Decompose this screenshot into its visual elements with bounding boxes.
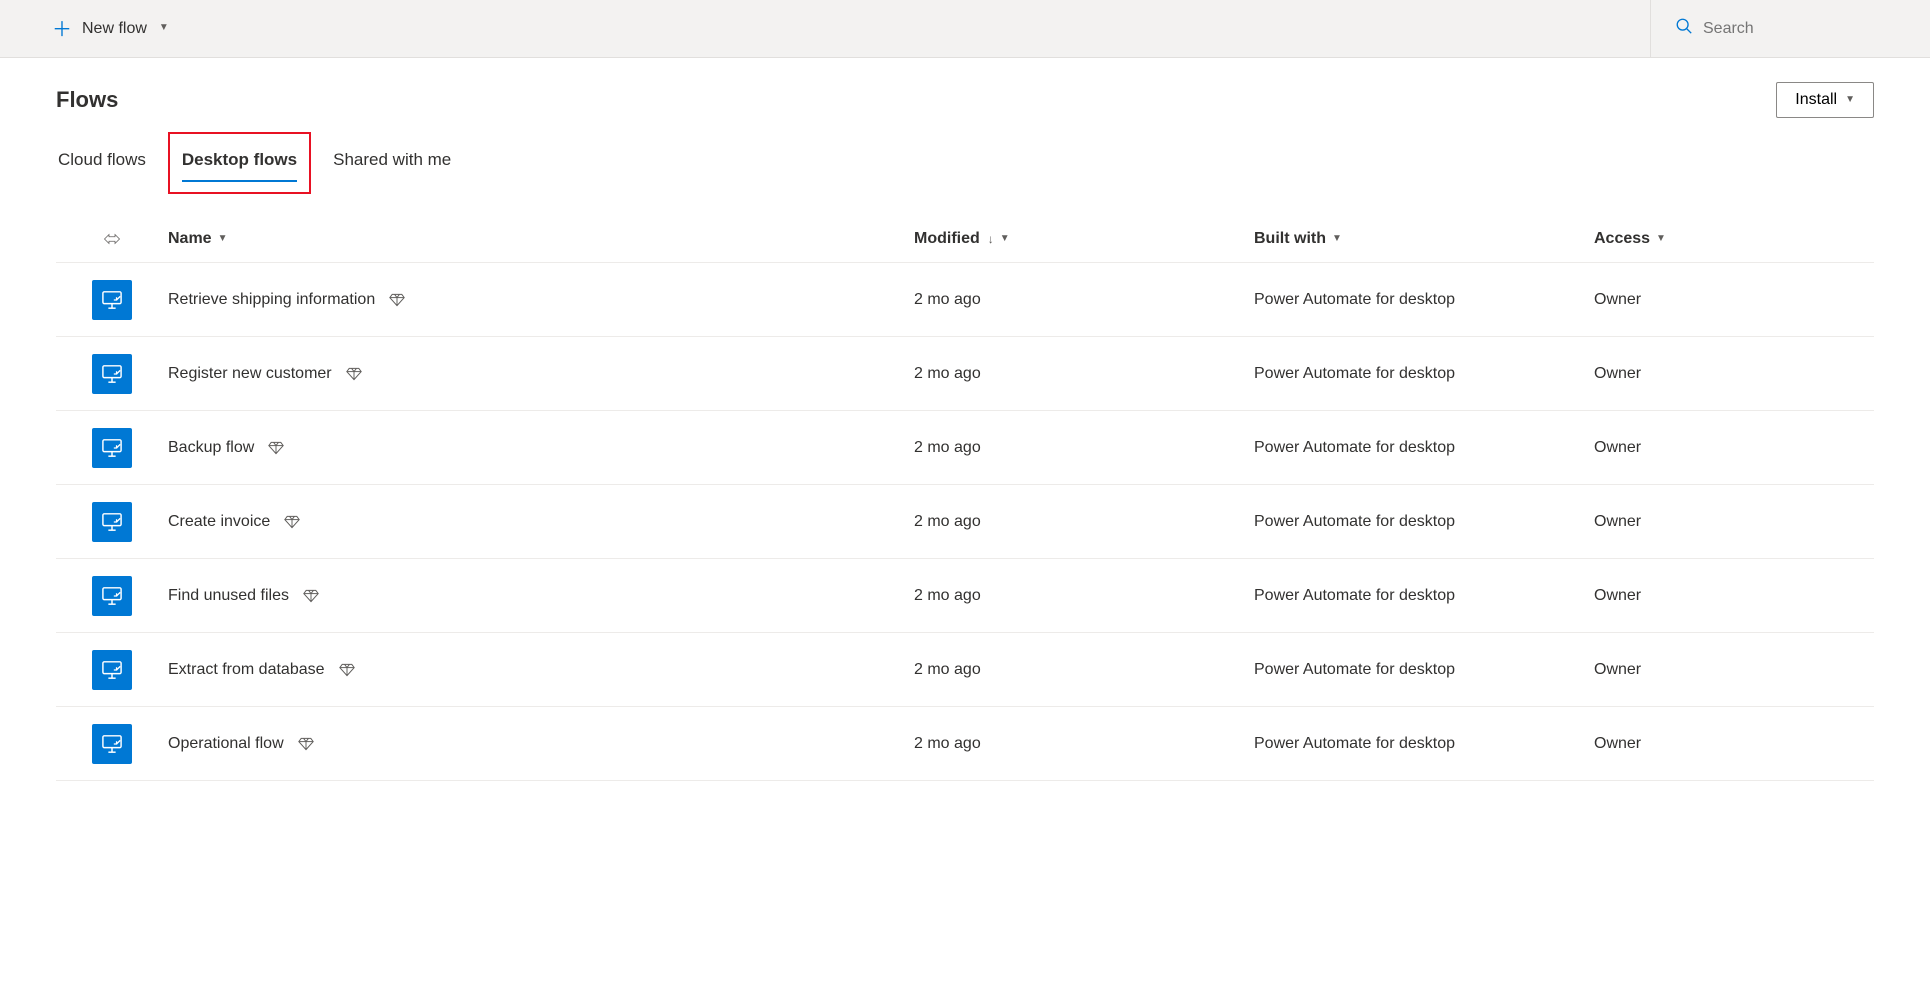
flow-built-with: Power Automate for desktop: [1254, 439, 1594, 457]
flow-modified: 2 mo ago: [914, 365, 1254, 383]
flow-name[interactable]: Retrieve shipping information: [168, 291, 375, 309]
flow-name[interactable]: Find unused files: [168, 587, 289, 605]
desktop-flow-icon: [92, 724, 132, 764]
install-button[interactable]: Install ▼: [1776, 82, 1874, 118]
premium-diamond-icon: [346, 367, 362, 381]
flow-modified: 2 mo ago: [914, 587, 1254, 605]
premium-diamond-icon: [339, 663, 355, 677]
flow-built-with: Power Automate for desktop: [1254, 661, 1594, 679]
flow-modified: 2 mo ago: [914, 661, 1254, 679]
column-header-name-label: Name: [168, 230, 212, 248]
flow-built-with: Power Automate for desktop: [1254, 365, 1594, 383]
desktop-flow-icon: [92, 650, 132, 690]
flow-modified: 2 mo ago: [914, 735, 1254, 753]
desktop-flow-icon: [92, 280, 132, 320]
tab-cloud-flows[interactable]: Cloud flows: [56, 144, 148, 182]
table-row[interactable]: Extract from database 2 mo agoPower Autom…: [56, 633, 1874, 707]
chevron-down-icon: ▼: [1656, 233, 1666, 244]
flow-access: Owner: [1594, 513, 1874, 531]
search-input[interactable]: [1703, 20, 1863, 38]
sort-descending-icon: ↓: [988, 232, 994, 246]
tab-desktop-flows[interactable]: Desktop flows: [180, 144, 299, 182]
search-icon: [1675, 17, 1693, 40]
flow-name[interactable]: Operational flow: [168, 735, 284, 753]
table-row[interactable]: Create invoice 2 mo agoPower Automate for…: [56, 485, 1874, 559]
search-box[interactable]: [1675, 17, 1863, 40]
column-header-access[interactable]: Access ▼: [1594, 230, 1874, 248]
desktop-flow-icon: [92, 576, 132, 616]
premium-diamond-icon: [268, 441, 284, 455]
flow-built-with: Power Automate for desktop: [1254, 735, 1594, 753]
flow-access: Owner: [1594, 735, 1874, 753]
flow-built-with: Power Automate for desktop: [1254, 587, 1594, 605]
premium-diamond-icon: [284, 515, 300, 529]
column-header-builtwith-label: Built with: [1254, 230, 1326, 248]
flow-name[interactable]: Extract from database: [168, 661, 325, 679]
column-header-modified-label: Modified: [914, 230, 980, 248]
premium-diamond-icon: [298, 737, 314, 751]
chevron-down-icon: ▼: [1845, 94, 1855, 105]
flow-name[interactable]: Create invoice: [168, 513, 270, 531]
chevron-down-icon: ▼: [159, 22, 169, 33]
table-row[interactable]: Register new customer 2 mo agoPower Autom…: [56, 337, 1874, 411]
page-title: Flows: [56, 87, 118, 113]
flow-access: Owner: [1594, 439, 1874, 457]
table-row[interactable]: Retrieve shipping information 2 mo agoPow…: [56, 263, 1874, 337]
install-label: Install: [1795, 91, 1837, 109]
plus-icon: ＋: [52, 13, 72, 42]
column-flow-icon: [56, 232, 168, 246]
command-bar: ＋ New flow ▼: [0, 0, 1930, 58]
column-header-builtwith[interactable]: Built with ▼: [1254, 230, 1594, 248]
flow-modified: 2 mo ago: [914, 513, 1254, 531]
desktop-flow-icon: [92, 502, 132, 542]
flow-access: Owner: [1594, 291, 1874, 309]
chevron-down-icon: ▼: [1332, 233, 1342, 244]
table-row[interactable]: Backup flow 2 mo agoPower Automate for de…: [56, 411, 1874, 485]
flow-name[interactable]: Backup flow: [168, 439, 254, 457]
column-header-access-label: Access: [1594, 230, 1650, 248]
table-row[interactable]: Find unused files 2 mo agoPower Automate …: [56, 559, 1874, 633]
tab-shared-with-me[interactable]: Shared with me: [331, 144, 453, 182]
flow-built-with: Power Automate for desktop: [1254, 291, 1594, 309]
chevron-down-icon: ▼: [1000, 233, 1010, 244]
premium-diamond-icon: [389, 293, 405, 307]
flow-access: Owner: [1594, 365, 1874, 383]
flow-name[interactable]: Register new customer: [168, 365, 332, 383]
desktop-flow-icon: [92, 354, 132, 394]
table-row[interactable]: Operational flow 2 mo agoPower Automate f…: [56, 707, 1874, 781]
flow-access: Owner: [1594, 661, 1874, 679]
desktop-flow-icon: [92, 428, 132, 468]
flow-modified: 2 mo ago: [914, 439, 1254, 457]
tabs-group: Cloud flows Desktop flows Shared with me: [56, 144, 1874, 182]
grid-header: Name ▼ Modified ↓ ▼ Built with ▼ Access …: [56, 230, 1874, 263]
flows-grid: Name ▼ Modified ↓ ▼ Built with ▼ Access …: [56, 230, 1874, 781]
new-flow-label: New flow: [82, 20, 147, 38]
flow-modified: 2 mo ago: [914, 291, 1254, 309]
flow-access: Owner: [1594, 587, 1874, 605]
chevron-down-icon: ▼: [218, 233, 228, 244]
column-header-modified[interactable]: Modified ↓ ▼: [914, 230, 1254, 248]
premium-diamond-icon: [303, 589, 319, 603]
new-flow-button[interactable]: ＋ New flow ▼: [52, 14, 169, 43]
flow-built-with: Power Automate for desktop: [1254, 513, 1594, 531]
column-header-name[interactable]: Name ▼: [168, 230, 914, 248]
